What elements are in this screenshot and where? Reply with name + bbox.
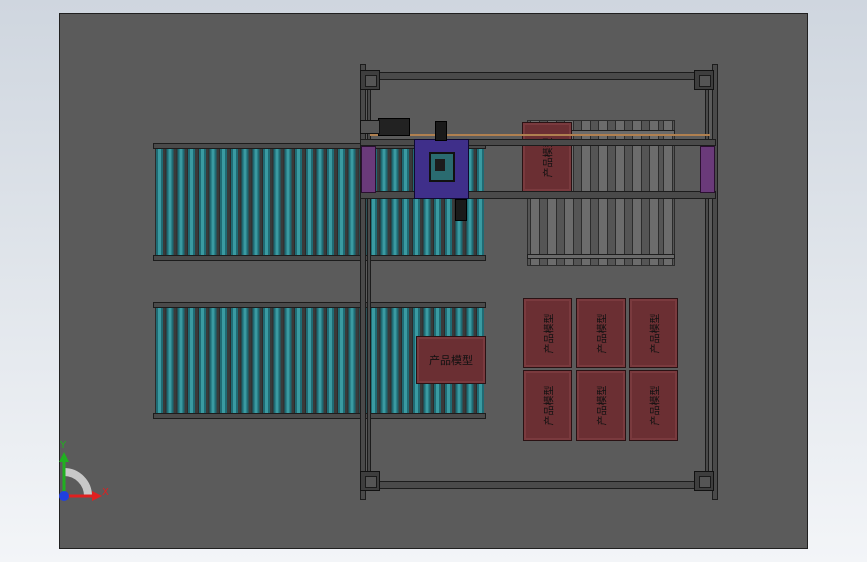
- gripper-core-inner: [435, 159, 445, 171]
- stacked-box: 产品模型: [576, 298, 626, 368]
- product-box-on-conveyor: 产品模型: [416, 336, 486, 384]
- product-label: 产品模型: [650, 385, 661, 426]
- product-label: 产品模型: [597, 313, 609, 353]
- product-label: 产品模型: [597, 385, 609, 426]
- gantry-bottom-beam: [360, 481, 716, 489]
- conveyor-upper-rail-bottom: [153, 255, 486, 261]
- gripper-cylinder-top: [435, 121, 447, 141]
- cross-beam-belt: [370, 134, 710, 136]
- product-label: 产品模型: [544, 313, 555, 353]
- gantry-right-column: [712, 64, 718, 500]
- gantry-corner-tl: [360, 70, 380, 90]
- stacked-box: 产品模型: [629, 370, 678, 441]
- gripper-cylinder-bottom: [455, 199, 467, 221]
- gantry-corner-br: [694, 471, 714, 491]
- product-label: 产品模型: [429, 354, 473, 367]
- stacked-box: 产品模型: [523, 370, 572, 441]
- conveyor-lower-rail-bottom: [153, 413, 486, 419]
- stacked-box: 产品模型: [576, 370, 626, 441]
- gantry-top-beam: [360, 72, 716, 80]
- product-label: 产品模型: [650, 313, 661, 353]
- cross-beam-accent-right: [700, 146, 715, 193]
- triad-y-label: Y: [60, 440, 67, 451]
- triad-x-label: X: [102, 487, 109, 498]
- triad-icon[interactable]: Y X: [52, 440, 112, 510]
- motor-coupling: [360, 120, 380, 134]
- gantry-corner-bl: [360, 471, 380, 491]
- model-viewport[interactable]: 产品模型 产品模型 产品模型 产品模型 产品模型 产品模型 产品模型 产品模型: [59, 13, 808, 549]
- stacked-box: 产品模型: [629, 298, 678, 368]
- cross-beam-accent-left: [361, 146, 376, 193]
- product-box-on-pallet: 产品模型: [522, 122, 572, 192]
- stacked-box: 产品模型: [523, 298, 572, 368]
- product-label: 产品模型: [544, 385, 555, 426]
- motor: [378, 118, 410, 136]
- gantry-corner-tr: [694, 70, 714, 90]
